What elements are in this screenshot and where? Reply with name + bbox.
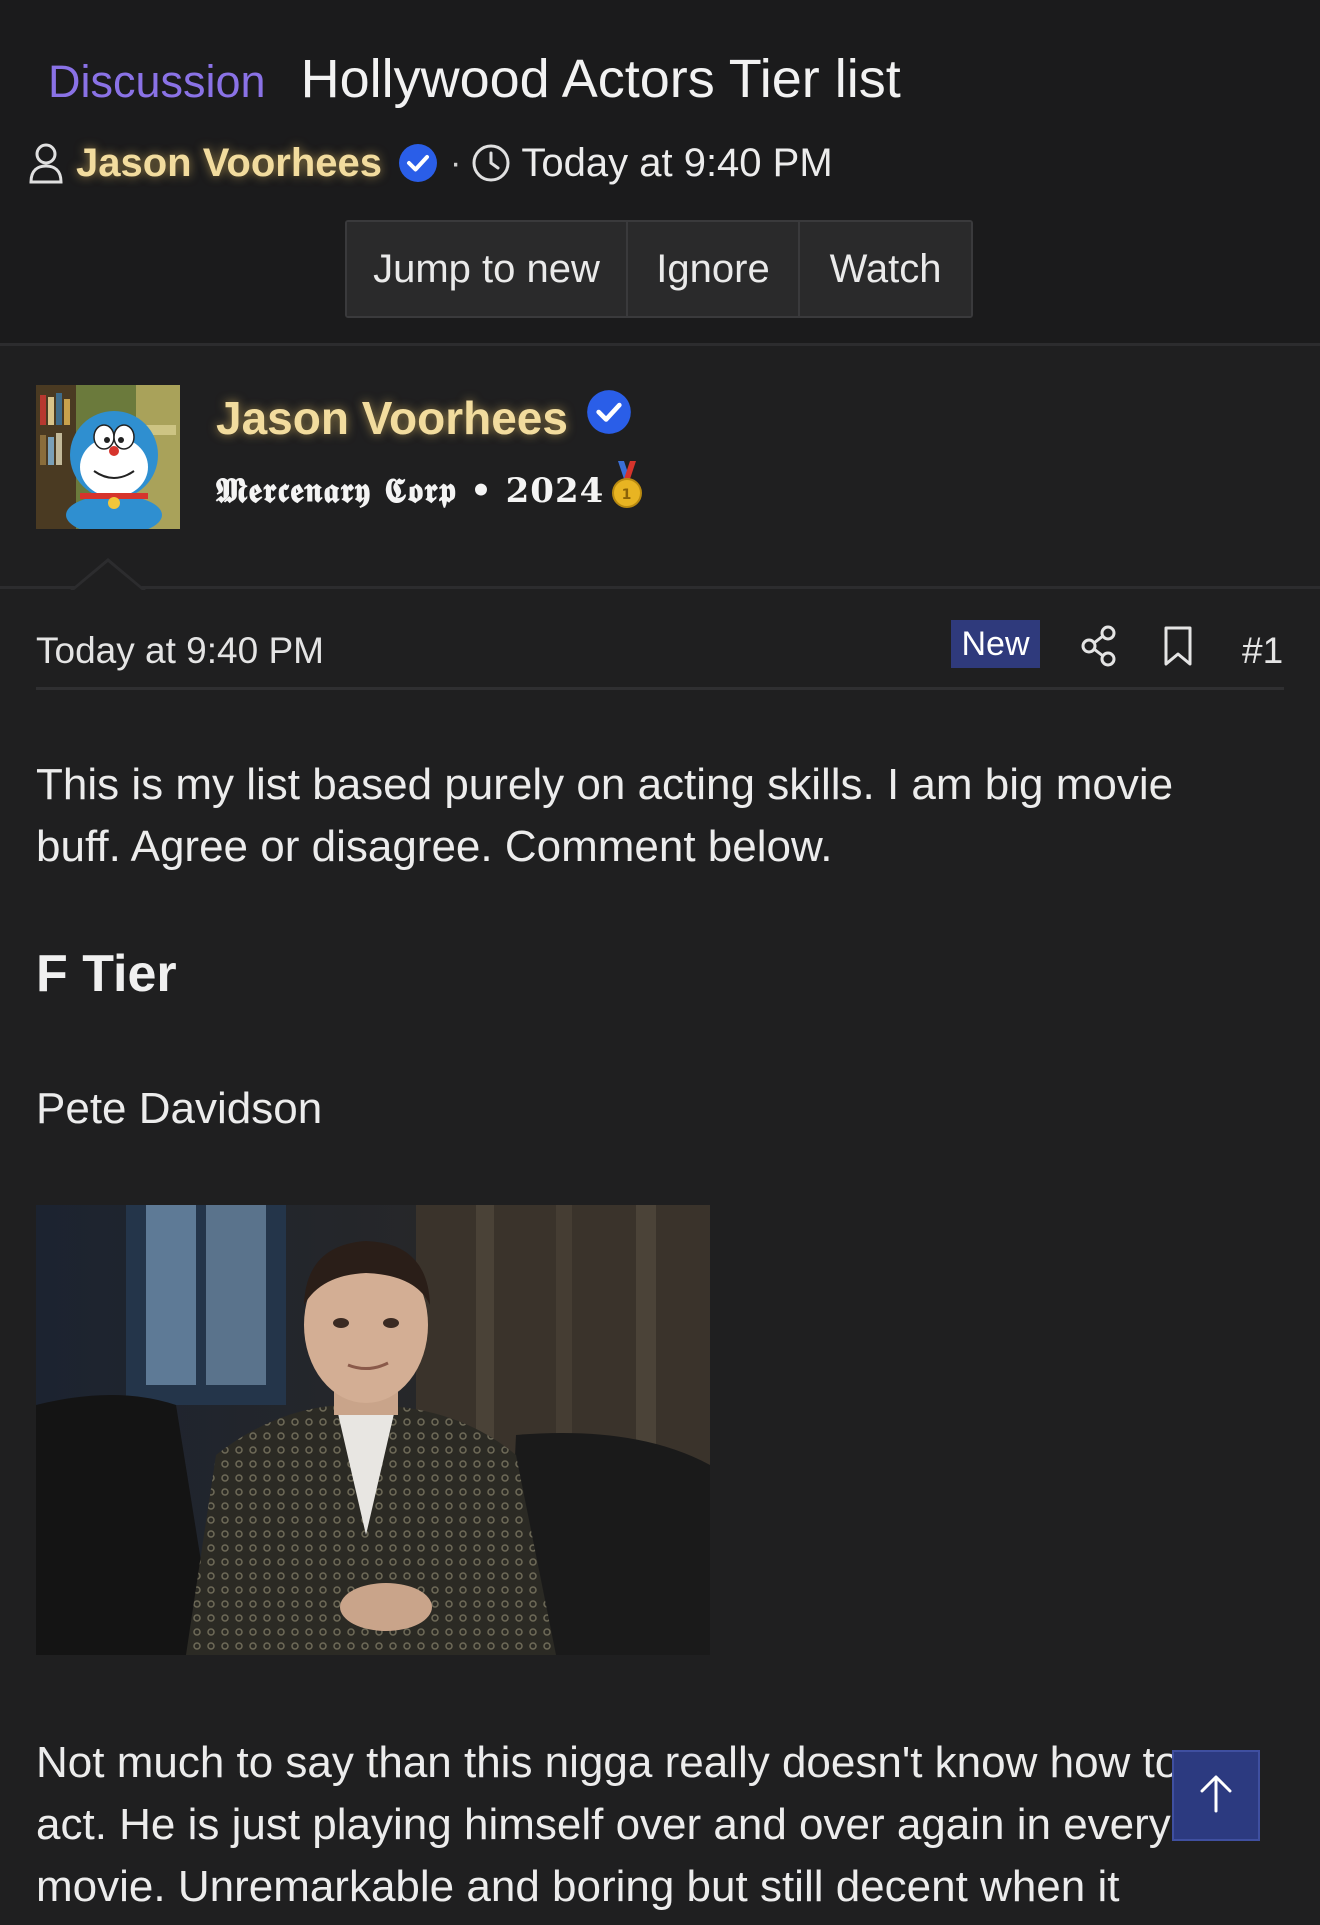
ignore-button[interactable]: Ignore: [628, 222, 800, 316]
thread-meta: Jason Voorhees · Today at 9:40 PM: [28, 138, 833, 188]
thread-time-link[interactable]: Today at 9:40 PM: [521, 141, 832, 186]
post-comment-text: Not much to say than this nigga really d…: [36, 1738, 1180, 1911]
author-username-link[interactable]: Jason Voorhees: [216, 391, 568, 445]
verified-badge-icon: [398, 143, 438, 183]
post-number-link[interactable]: #1: [1242, 630, 1283, 672]
thread-author-link[interactable]: Jason Voorhees: [76, 141, 382, 186]
page-title: Hollywood Actors Tier list: [300, 49, 901, 109]
user-icon: [28, 141, 64, 185]
new-badge: New: [951, 620, 1040, 668]
author-name-row: Jason Voorhees: [216, 389, 632, 446]
gold-medal-icon: 1: [610, 461, 644, 520]
verified-badge-icon: [586, 389, 632, 446]
post-intro-text: This is my list based purely on acting s…: [36, 760, 1174, 871]
post-date-link[interactable]: Today at 9:40 PM: [36, 630, 324, 672]
share-icon[interactable]: [1078, 622, 1120, 675]
meta-separator: ·: [450, 143, 462, 182]
post-author-card: Jason Voorhees 𝕸𝖊𝖗𝖈𝖊𝖓𝖆𝖗𝖞 𝕮𝖔𝖗𝖕 • 2024 1: [0, 349, 1320, 591]
card-notch-fill: [73, 562, 143, 591]
arrow-up-icon: [1194, 1771, 1238, 1820]
post-meta-bar: Today at 9:40 PM New #1: [36, 620, 1284, 690]
clock-icon: [471, 143, 511, 183]
title-row: Discussion Hollywood Actors Tier list: [48, 48, 901, 110]
actor-photo[interactable]: [36, 1205, 710, 1655]
actor-name: Pete Davidson: [36, 1084, 323, 1133]
avatar[interactable]: [36, 385, 180, 529]
thread-header: Discussion Hollywood Actors Tier list Ja…: [0, 0, 1320, 346]
watch-button[interactable]: Watch: [800, 222, 971, 316]
tier-heading: F Tier: [36, 945, 177, 1003]
post-body: Today at 9:40 PM New #1 This is my list …: [0, 592, 1320, 1925]
jump-to-new-button[interactable]: Jump to new: [347, 222, 628, 316]
bookmark-icon[interactable]: [1160, 622, 1196, 675]
user-title-text: 𝕸𝖊𝖗𝖈𝖊𝖓𝖆𝖗𝖞 𝕮𝖔𝖗𝖕 • 2024: [216, 470, 605, 511]
thread-prefix-label[interactable]: Discussion: [48, 56, 266, 108]
scroll-to-top-button[interactable]: [1172, 1750, 1260, 1841]
author-user-title: 𝕸𝖊𝖗𝖈𝖊𝖓𝖆𝖗𝖞 𝕮𝖔𝖗𝖕 • 2024 1: [216, 461, 644, 520]
thread-actions: Jump to new Ignore Watch: [345, 220, 973, 318]
svg-text:1: 1: [622, 487, 633, 503]
